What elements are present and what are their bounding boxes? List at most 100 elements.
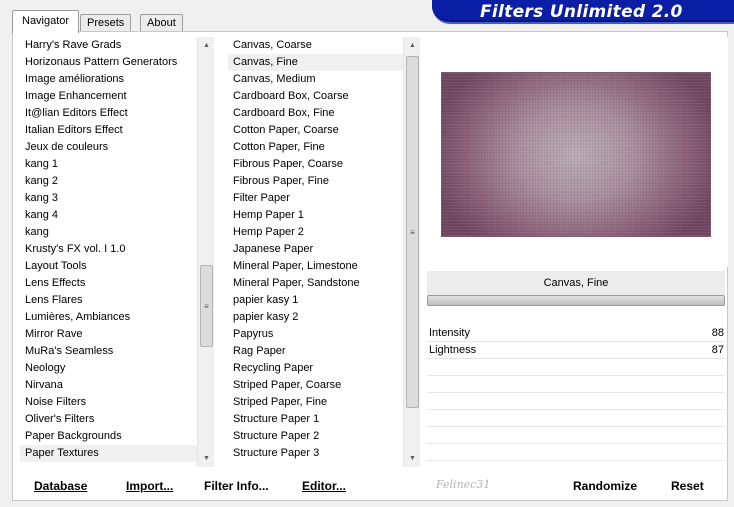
list-item[interactable]: Lens Effects xyxy=(20,275,214,292)
list-item[interactable]: Noise Filters xyxy=(20,394,214,411)
list-item[interactable]: Cotton Paper, Coarse xyxy=(228,122,420,139)
list-item-label: Cotton Paper, Fine xyxy=(233,141,325,153)
param-intensity[interactable]: Intensity 88 xyxy=(427,325,725,342)
list-item[interactable]: Paper Textures xyxy=(20,445,214,462)
randomize-button[interactable]: Randomize xyxy=(571,476,639,496)
list-item[interactable]: papier kasy 2 xyxy=(228,309,420,326)
list-item[interactable]: kang 2 xyxy=(20,173,214,190)
import-button[interactable]: Import... xyxy=(124,476,175,496)
list-item-label: Krusty's FX vol. I 1.0 xyxy=(25,243,126,255)
reset-button[interactable]: Reset xyxy=(669,476,706,496)
list-item[interactable]: papier kasy 1 xyxy=(228,292,420,309)
tab-navigator[interactable]: Navigator xyxy=(12,10,80,33)
list-item[interactable]: Recycling Paper xyxy=(228,360,420,377)
list-item[interactable]: Fibrous Paper, Coarse xyxy=(228,156,420,173)
editor-label: Editor... xyxy=(302,479,347,493)
param-empty-row xyxy=(427,393,725,410)
list-item[interactable]: Rag Paper xyxy=(228,343,420,360)
list-item[interactable]: Hemp Paper 2 xyxy=(228,224,420,241)
category-list[interactable]: Harry's Rave Grads Horizonaus Pattern Gen… xyxy=(20,37,214,467)
grip-icon: ≡ xyxy=(204,301,209,311)
list-item[interactable]: Striped Paper, Fine xyxy=(228,394,420,411)
list-item[interactable]: Layout Tools xyxy=(20,258,214,275)
scrollbar-thumb[interactable]: ≡ xyxy=(406,56,419,408)
list-item-label: Canvas, Coarse xyxy=(233,39,312,51)
list-item-label: Striped Paper, Coarse xyxy=(233,379,342,391)
list-item[interactable]: It@lian Editors Effect xyxy=(20,105,214,122)
list-item[interactable]: Papyrus xyxy=(228,326,420,343)
list-item[interactable]: Striped Paper, Coarse xyxy=(228,377,420,394)
list-item[interactable]: Jeux de couleurs xyxy=(20,139,214,156)
list-item[interactable]: kang 3 xyxy=(20,190,214,207)
list-item-label: Fibrous Paper, Fine xyxy=(233,175,329,187)
list-item[interactable]: Harry's Rave Grads xyxy=(20,37,214,54)
editor-button[interactable]: Editor... xyxy=(300,476,348,496)
list-item-label: Mineral Paper, Limestone xyxy=(233,260,358,272)
list-item[interactable]: Lumières, Ambiances xyxy=(20,309,214,326)
database-button[interactable]: Database xyxy=(32,476,89,496)
tab-presets[interactable]: Presets xyxy=(80,14,132,32)
list-item[interactable]: Cardboard Box, Coarse xyxy=(228,88,420,105)
list-item-label: Paper Backgrounds xyxy=(25,430,122,442)
param-label: Intensity xyxy=(429,327,470,339)
list-item[interactable]: Structure Paper 1 xyxy=(228,411,420,428)
param-value: 88 xyxy=(711,327,724,339)
list-item[interactable]: Italian Editors Effect xyxy=(20,122,214,139)
list-item[interactable]: kang 1 xyxy=(20,156,214,173)
list-item-label: Lumières, Ambiances xyxy=(25,311,131,323)
list-item[interactable]: Mineral Paper, Limestone xyxy=(228,258,420,275)
filter-info-button[interactable]: Filter Info... xyxy=(202,476,271,496)
list-item[interactable]: Lens Flares xyxy=(20,292,214,309)
list-item[interactable]: kang 4 xyxy=(20,207,214,224)
list-item-label: Structure Paper 2 xyxy=(233,430,320,442)
list-item[interactable]: Mirror Rave xyxy=(20,326,214,343)
list-item-label: Noise Filters xyxy=(25,396,87,408)
list-item-label: Mineral Paper, Sandstone xyxy=(233,277,360,289)
list-item[interactable]: Hemp Paper 1 xyxy=(228,207,420,224)
tab-about[interactable]: About xyxy=(140,14,183,32)
param-empty-row xyxy=(427,410,725,427)
list-item[interactable]: Canvas, Coarse xyxy=(228,37,420,54)
list-item-label: Jeux de couleurs xyxy=(25,141,109,153)
filter-list[interactable]: Canvas, Coarse Canvas, Fine Canvas, Medium… xyxy=(228,37,420,467)
list-item[interactable]: Filter Paper xyxy=(228,190,420,207)
list-item-label: Filter Paper xyxy=(233,192,290,204)
list-item[interactable]: Cardboard Box, Fine xyxy=(228,105,420,122)
list-item[interactable]: Japanese Paper xyxy=(228,241,420,258)
list-item-label: Recycling Paper xyxy=(233,362,314,374)
category-scrollbar[interactable]: ▲ ≡ ▼ xyxy=(197,37,214,467)
list-item[interactable]: Neology xyxy=(20,360,214,377)
scrollbar-thumb[interactable]: ≡ xyxy=(200,265,213,347)
param-lightness[interactable]: Lightness 87 xyxy=(427,342,725,359)
list-item[interactable]: Horizonaus Pattern Generators xyxy=(20,54,214,71)
list-item-label: Papyrus xyxy=(233,328,274,340)
list-item-label: Lens Effects xyxy=(25,277,86,289)
list-item-label: kang 4 xyxy=(25,209,59,221)
list-item[interactable]: Image Enhancement xyxy=(20,88,214,105)
list-item-label: Paper Textures xyxy=(25,447,101,459)
list-item[interactable]: Fibrous Paper, Fine xyxy=(228,173,420,190)
list-item-label: Horizonaus Pattern Generators xyxy=(25,56,178,68)
list-item[interactable]: MuRa's Seamless xyxy=(20,343,214,360)
list-item[interactable]: Structure Paper 3 xyxy=(228,445,420,462)
list-item[interactable]: Structure Paper 2 xyxy=(228,428,420,445)
triangle-up-icon[interactable]: ▲ xyxy=(198,37,215,54)
list-item[interactable]: Canvas, Medium xyxy=(228,71,420,88)
list-item[interactable]: Image améliorations xyxy=(20,71,214,88)
list-item[interactable]: Oliver's Filters xyxy=(20,411,214,428)
list-item[interactable]: kang xyxy=(20,224,214,241)
list-item[interactable]: Nirvana xyxy=(20,377,214,394)
list-item[interactable]: Cotton Paper, Fine xyxy=(228,139,420,156)
list-item-label: papier kasy 2 xyxy=(233,311,299,323)
list-item[interactable]: Canvas, Fine xyxy=(228,54,420,71)
triangle-up-icon[interactable]: ▲ xyxy=(404,37,421,54)
preview-image[interactable] xyxy=(441,72,711,237)
triangle-down-icon[interactable]: ▼ xyxy=(198,450,215,467)
list-item[interactable]: Paper Backgrounds xyxy=(20,428,214,445)
list-item[interactable]: Krusty's FX vol. I 1.0 xyxy=(20,241,214,258)
list-item[interactable]: Mineral Paper, Sandstone xyxy=(228,275,420,292)
progress-bar xyxy=(427,295,725,306)
filter-scrollbar[interactable]: ▲ ≡ ▼ xyxy=(403,37,420,467)
list-item-label: Oliver's Filters xyxy=(25,413,95,425)
triangle-down-icon[interactable]: ▼ xyxy=(404,450,421,467)
